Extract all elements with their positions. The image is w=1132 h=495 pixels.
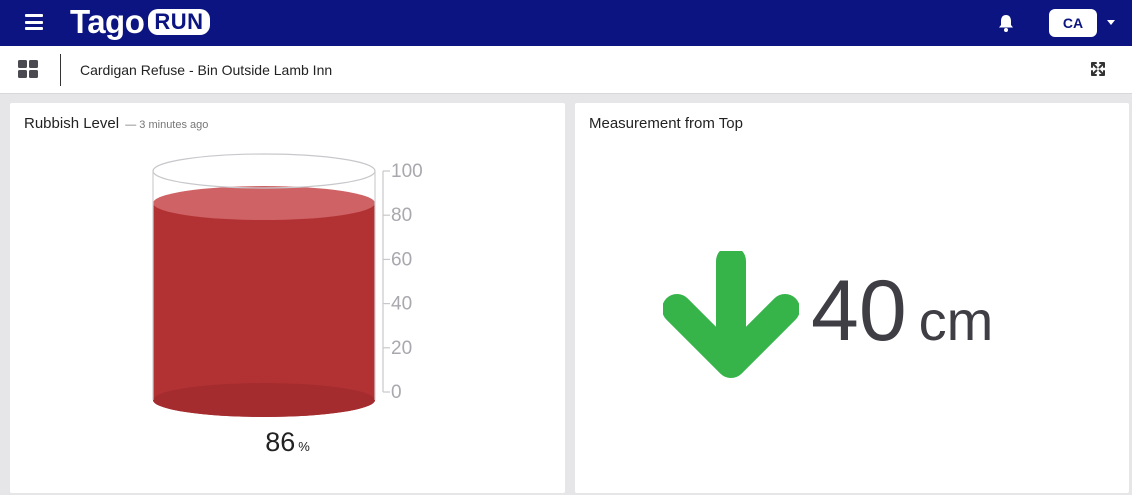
bin-bottom: [153, 383, 375, 417]
measurement-widget: Measurement from Top 40 cm: [575, 103, 1129, 493]
measurement-unit: cm: [918, 289, 994, 352]
level-unit: %: [298, 439, 310, 454]
scale-label: 100: [391, 161, 423, 182]
bin-cylinder-gauge: 100 80 60 40 20 0: [152, 153, 423, 417]
level-value: 86%: [10, 427, 565, 458]
scale-label: 60: [391, 249, 412, 270]
bell-icon[interactable]: [996, 13, 1016, 33]
dashboard-title: Cardigan Refuse - Bin Outside Lamb Inn: [80, 62, 333, 78]
logo-badge: RUN: [148, 9, 210, 35]
arrow-down-icon: [663, 251, 799, 378]
header-divider: [60, 54, 61, 86]
widget-title: Measurement from Top: [589, 115, 743, 132]
measurement-number: 40: [811, 263, 907, 359]
bin-fill-surface: [153, 186, 375, 221]
menu-icon[interactable]: [25, 14, 43, 30]
expand-icon[interactable]: [1090, 61, 1106, 77]
bin-rim: [152, 153, 376, 189]
measurement-value: 40 cm: [811, 266, 993, 356]
scale-label: 80: [391, 205, 412, 226]
user-avatar-button[interactable]: CA: [1049, 9, 1097, 37]
logo-text: Tago: [70, 3, 145, 40]
scale-label: 0: [391, 382, 402, 403]
dashboard-header: Cardigan Refuse - Bin Outside Lamb Inn: [0, 46, 1132, 94]
grid-icon[interactable]: [18, 60, 38, 78]
scale-label: 20: [391, 338, 412, 359]
scale-label: 40: [391, 294, 412, 315]
level-scale: 100 80 60 40 20 0: [382, 161, 423, 403]
caret-down-icon[interactable]: [1107, 20, 1115, 25]
top-navigation-bar: Tago RUN CA: [0, 0, 1132, 46]
level-number: 86: [265, 427, 296, 457]
rubbish-level-widget: Rubbish Level — 3 minutes ago 100 80 60 40 2…: [10, 103, 565, 493]
app-logo[interactable]: Tago RUN: [70, 4, 210, 40]
